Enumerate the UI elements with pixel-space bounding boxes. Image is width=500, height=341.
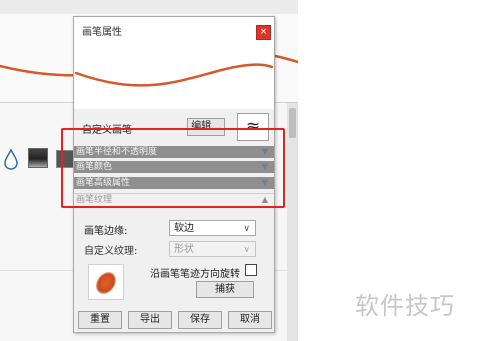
save-button[interactable]: 保存 bbox=[178, 311, 222, 329]
reset-button[interactable]: 重置 bbox=[78, 311, 122, 329]
texture-blob-icon bbox=[95, 271, 117, 295]
rotate-along-stroke-label: 沿画笔笔迹方向旋转 bbox=[150, 269, 240, 280]
cancel-button[interactable]: 取消 bbox=[228, 311, 272, 329]
stroke-preview bbox=[74, 43, 274, 109]
stroke-preview-svg bbox=[74, 63, 274, 87]
edge-select-value: 软边 bbox=[174, 223, 194, 234]
edge-select[interactable]: 软边 ∨ bbox=[169, 220, 256, 236]
background-top-strip bbox=[0, 0, 298, 14]
highlight-annotation bbox=[61, 128, 285, 208]
background-scrollbar-thumb[interactable] bbox=[289, 108, 296, 138]
export-button[interactable]: 导出 bbox=[128, 311, 172, 329]
watermark-text: 软件技巧 bbox=[355, 292, 455, 320]
rotate-along-stroke-checkbox[interactable] bbox=[245, 264, 257, 276]
capture-button[interactable]: 捕获 bbox=[196, 281, 254, 298]
custom-texture-label: 自定义纹理: bbox=[84, 246, 138, 257]
water-drop-icon[interactable] bbox=[2, 148, 20, 170]
gradient-square-icon[interactable] bbox=[28, 148, 48, 168]
dialog-titlebar[interactable]: 画笔属性 × bbox=[74, 17, 274, 43]
texture-select-value: 形状 bbox=[174, 244, 194, 255]
dialog-title: 画笔属性 bbox=[82, 27, 122, 38]
close-icon[interactable]: × bbox=[256, 25, 271, 40]
chevron-down-icon: ∨ bbox=[243, 245, 250, 255]
edge-label: 画笔边缘: bbox=[84, 226, 128, 237]
texture-select[interactable]: 形状 ∨ bbox=[169, 241, 256, 257]
chevron-down-icon: ∨ bbox=[243, 224, 250, 234]
background-scrollbar[interactable] bbox=[287, 103, 298, 341]
texture-preview bbox=[88, 264, 124, 300]
